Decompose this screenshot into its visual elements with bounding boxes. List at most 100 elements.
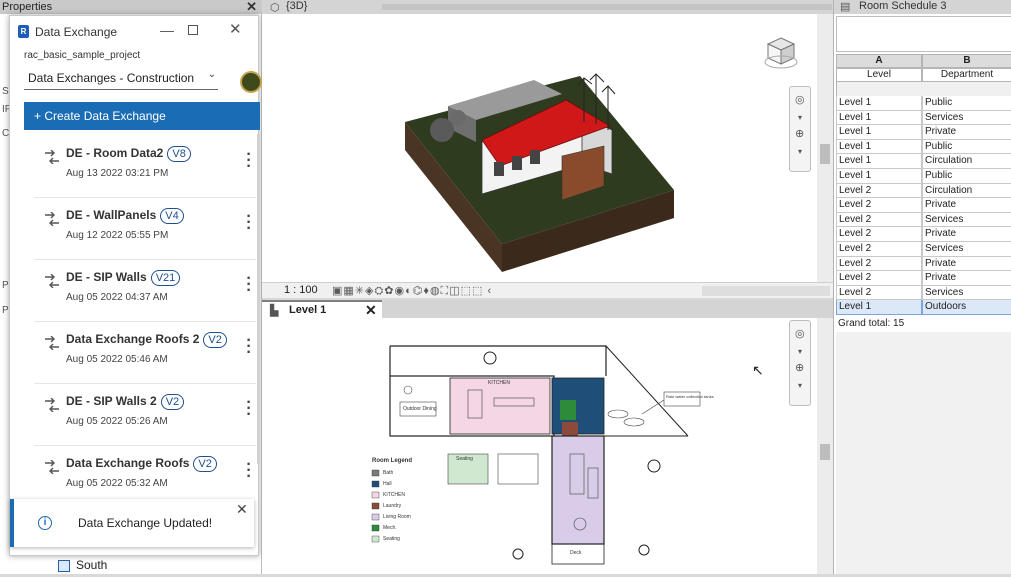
list-scrollbar[interactable]	[257, 134, 260, 464]
column-header-department[interactable]: Department	[922, 68, 1011, 82]
cell-department[interactable]: Private	[922, 227, 1011, 242]
scrollbar-thumb[interactable]	[820, 444, 830, 460]
avatar[interactable]	[240, 71, 262, 93]
cell-department[interactable]: Outdoors	[922, 300, 1011, 315]
view-control-icons[interactable]: ▣▦✳◈⛭✿◉◐⌬♦◍⛶◫⬚⬚ ‹	[332, 284, 492, 298]
list-item[interactable]: DE - Room Data2 V8 Aug 13 2022 03:21 PM ·…	[34, 136, 256, 198]
table-row-selected[interactable]: Level 1 Outdoors	[836, 300, 1011, 315]
table-row[interactable]: Level 1 Services	[836, 110, 1011, 126]
cell-department[interactable]: Circulation	[922, 183, 1011, 199]
chevron-down-icon[interactable]: ▾	[798, 381, 802, 390]
navigation-bar[interactable]: ◎ ▾ ⊕ ▾	[789, 320, 811, 406]
exchange-icon	[45, 274, 59, 288]
cell-level[interactable]: Level 2	[836, 256, 922, 272]
cell-department[interactable]: Private	[922, 125, 1011, 140]
close-icon[interactable]: ✕	[229, 20, 242, 38]
table-row[interactable]: Level 2 Circulation	[836, 183, 1011, 199]
cell-level[interactable]: Level 2	[836, 271, 922, 286]
cell-department[interactable]: Private	[922, 271, 1011, 286]
table-row[interactable]: Level 2 Services	[836, 285, 1011, 301]
cell-level[interactable]: Level 1	[836, 96, 922, 111]
steering-wheel-icon[interactable]: ◎	[795, 327, 805, 340]
table-row[interactable]: Level 1 Public	[836, 96, 1011, 111]
cell-level[interactable]: Level 2	[836, 242, 922, 257]
cell-department[interactable]: Services	[922, 212, 1011, 228]
zoom-icon[interactable]: ⊕	[795, 127, 804, 140]
cell-level[interactable]: Level 2	[836, 198, 922, 213]
exchange-date: Aug 05 2022 05:46 AM	[66, 354, 168, 365]
list-item[interactable]: DE - WallPanels V4 Aug 12 2022 05:55 PM ·…	[34, 198, 256, 260]
list-item[interactable]: DE - SIP Walls 2 V2 Aug 05 2022 05:26 AM …	[34, 384, 256, 446]
vertical-scrollbar[interactable]	[817, 318, 833, 574]
cell-level[interactable]: Level 1	[836, 169, 922, 184]
create-data-exchange-button[interactable]: + Create Data Exchange	[24, 102, 260, 130]
cell-level[interactable]: Level 2	[836, 212, 922, 228]
cell-department[interactable]: Services	[922, 285, 1011, 301]
table-row[interactable]: Level 2 Private	[836, 198, 1011, 213]
more-vertical-icon[interactable]: · · ·	[246, 271, 252, 299]
cell-level[interactable]: Level 1	[836, 300, 922, 315]
cell-level[interactable]: Level 1	[836, 139, 922, 155]
cell-department[interactable]: Public	[922, 169, 1011, 184]
cell-level[interactable]: Level 1	[836, 125, 922, 140]
column-letter-a[interactable]: A	[836, 54, 922, 68]
cell-department[interactable]: Services	[922, 110, 1011, 126]
table-row[interactable]: Level 1 Circulation	[836, 154, 1011, 169]
cell-department[interactable]: Private	[922, 198, 1011, 213]
maximize-icon[interactable]	[188, 25, 198, 35]
cell-level[interactable]: Level 2	[836, 285, 922, 301]
table-row[interactable]: Level 2 Services	[836, 212, 1011, 228]
tree-item-south[interactable]: South	[44, 558, 244, 574]
navigation-bar[interactable]: ◎ ▾ ⊕ ▾	[789, 86, 811, 172]
cube-icon: ⬡	[270, 2, 280, 14]
view-scale[interactable]: 1 : 100	[284, 284, 318, 296]
view-tab-3d[interactable]: ⬡ {3D}	[262, 0, 833, 14]
properties-close-button[interactable]: ✕	[246, 0, 257, 14]
column-letter-b[interactable]: B	[922, 54, 1011, 68]
legend-item: Living Room	[383, 514, 411, 520]
column-header-level[interactable]: Level	[836, 68, 922, 82]
exchange-name: Data Exchange Roofs V2	[66, 456, 217, 472]
more-vertical-icon[interactable]: · · ·	[246, 395, 252, 423]
chevron-down-icon[interactable]: ▾	[798, 113, 802, 122]
table-row[interactable]: Level 1 Private	[836, 125, 1011, 140]
cell-department[interactable]: Circulation	[922, 154, 1011, 169]
tab-room-schedule[interactable]: ▤ Room Schedule 3	[834, 0, 1011, 14]
table-row[interactable]: Level 2 Private	[836, 271, 1011, 286]
3d-view-canvas[interactable]	[262, 14, 817, 282]
tab-level-1[interactable]: ▙ Level 1 ✕	[262, 300, 382, 318]
scrollbar-thumb[interactable]	[820, 144, 830, 164]
chevron-down-icon[interactable]: ▾	[798, 147, 802, 156]
floor-plan-canvas[interactable]: Room Legend Bath Hall KITCHEN Laundry Li…	[262, 318, 817, 574]
more-vertical-icon[interactable]: · · ·	[246, 209, 252, 237]
more-vertical-icon[interactable]: · · ·	[246, 457, 252, 485]
close-icon[interactable]: ✕	[365, 302, 377, 319]
table-row[interactable]: Level 2 Private	[836, 256, 1011, 272]
exchange-folder-dropdown[interactable]: Data Exchanges - Construction R ⌄	[24, 68, 218, 90]
viewcube[interactable]	[762, 34, 800, 72]
cell-level[interactable]: Level 1	[836, 154, 922, 169]
table-row[interactable]: Level 2 Private	[836, 227, 1011, 242]
close-icon[interactable]: ✕	[236, 501, 248, 518]
chevron-down-icon[interactable]: ▾	[798, 347, 802, 356]
list-item[interactable]: DE - SIP Walls V21 Aug 05 2022 04:37 AM ·…	[34, 260, 256, 322]
horizontal-scrollbar[interactable]	[702, 286, 830, 296]
table-row[interactable]: Level 1 Public	[836, 169, 1011, 184]
steering-wheel-icon[interactable]: ◎	[795, 93, 805, 106]
cell-department[interactable]: Services	[922, 242, 1011, 257]
more-vertical-icon[interactable]: · · ·	[246, 333, 252, 361]
vertical-scrollbar[interactable]	[817, 14, 833, 282]
cell-department[interactable]: Public	[922, 96, 1011, 111]
zoom-icon[interactable]: ⊕	[795, 361, 804, 374]
cell-level[interactable]: Level 2	[836, 183, 922, 199]
table-row[interactable]: Level 2 Services	[836, 242, 1011, 257]
cell-level[interactable]: Level 2	[836, 227, 922, 242]
schedule-title-cell[interactable]	[836, 16, 1011, 52]
table-row[interactable]: Level 1 Public	[836, 139, 1011, 155]
cell-department[interactable]: Private	[922, 256, 1011, 272]
cell-level[interactable]: Level 1	[836, 110, 922, 126]
cell-department[interactable]: Public	[922, 139, 1011, 155]
list-item[interactable]: Data Exchange Roofs 2 V2 Aug 05 2022 05:4…	[34, 322, 256, 384]
minimize-icon[interactable]: —	[160, 22, 174, 38]
more-vertical-icon[interactable]: · · ·	[246, 147, 252, 175]
